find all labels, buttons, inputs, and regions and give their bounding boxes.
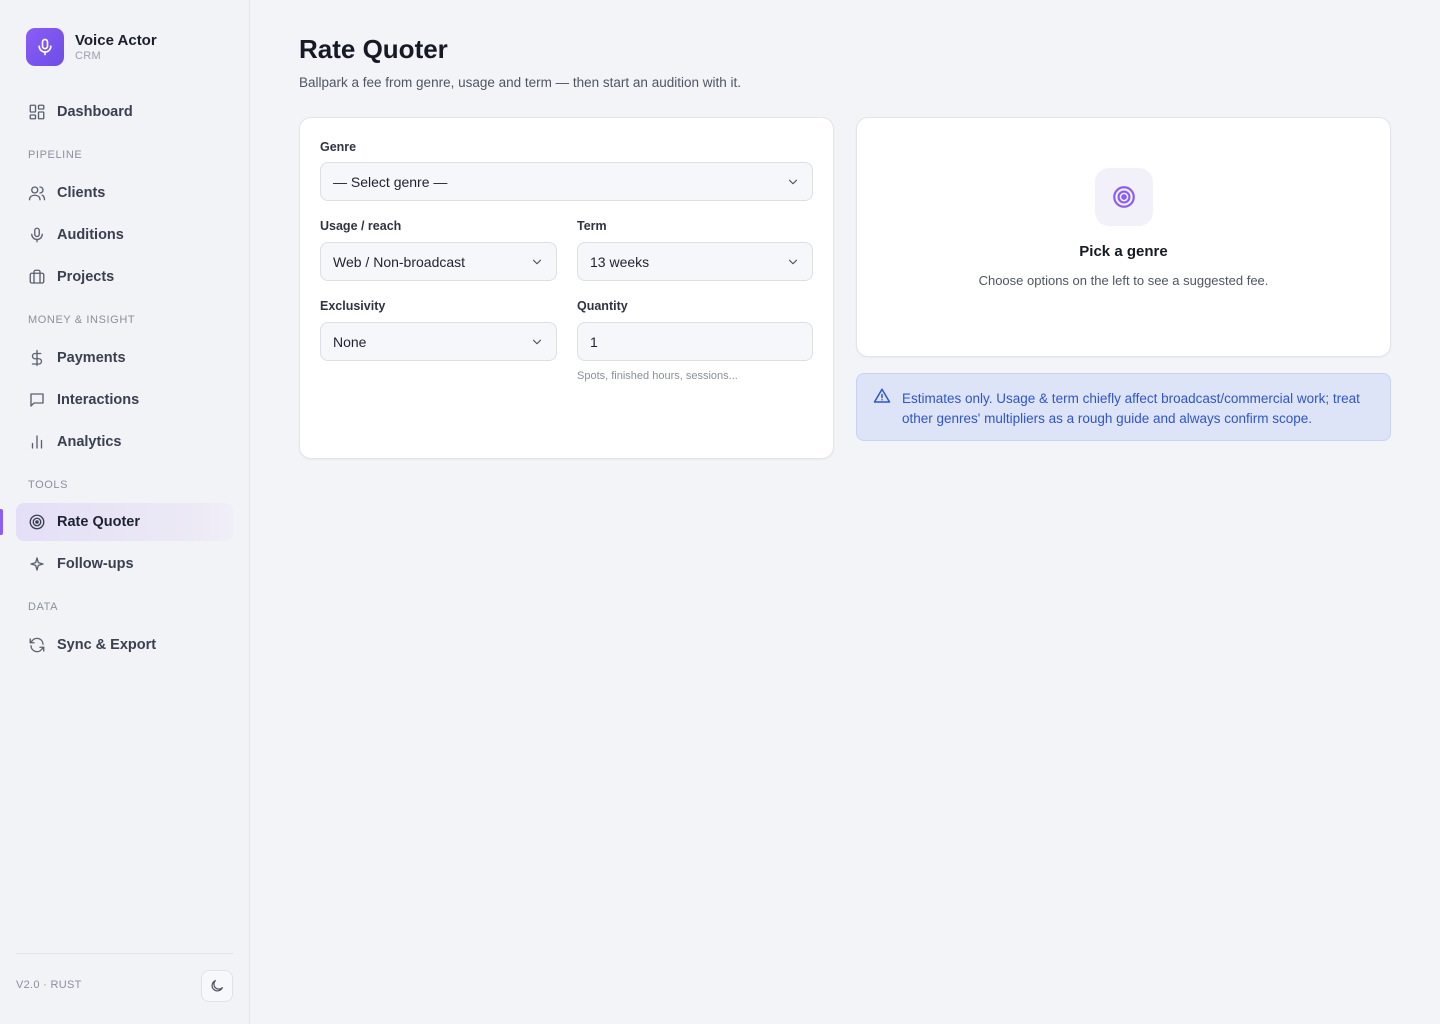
- result-card: Pick a genre Choose options on the left …: [856, 117, 1391, 357]
- exclusivity-select-value: None: [333, 333, 367, 350]
- genre-label: Genre: [320, 140, 357, 154]
- active-indicator: [0, 509, 3, 535]
- sidebar: Voice Actor CRM Dashboard PIPELINE Clien…: [0, 0, 250, 1024]
- sidebar-item-label: Interactions: [57, 392, 140, 408]
- sidebar-item-label: Dashboard: [57, 104, 133, 120]
- quantity-input[interactable]: 1: [577, 322, 813, 361]
- refresh-icon: [27, 635, 47, 655]
- theme-toggle-button[interactable]: [201, 970, 233, 1002]
- usage-select-value: Web / Non-broadcast: [333, 253, 466, 270]
- briefcase-icon: [27, 267, 47, 287]
- chevron-down-icon: [788, 179, 798, 185]
- result-title: Pick a genre: [1079, 243, 1168, 260]
- sidebar-item-label: Clients: [57, 185, 106, 201]
- term-select[interactable]: 13 weeks: [577, 242, 813, 281]
- dollar-icon: [27, 348, 47, 368]
- microphone-icon: [27, 225, 47, 245]
- target-icon: [27, 512, 47, 532]
- brand-subtitle: CRM: [75, 50, 101, 62]
- sidebar-divider: [16, 953, 233, 954]
- section-label-data: DATA: [28, 601, 59, 613]
- genre-select[interactable]: — Select genre —: [320, 162, 813, 201]
- quantity-hint: Spots, finished hours, sessions...: [577, 370, 738, 382]
- genre-select-value: — Select genre —: [333, 173, 448, 190]
- sidebar-item-sync-export[interactable]: Sync & Export: [16, 626, 233, 664]
- section-label-pipeline: PIPELINE: [28, 149, 83, 161]
- sidebar-item-label: Follow-ups: [57, 556, 134, 572]
- dashboard-icon: [27, 102, 47, 122]
- quantity-label: Quantity: [577, 299, 628, 313]
- sidebar-item-projects[interactable]: Projects: [16, 258, 233, 296]
- target-icon: [1095, 168, 1153, 226]
- bar-chart-icon: [27, 432, 47, 452]
- sidebar-item-label: Auditions: [57, 227, 124, 243]
- sidebar-item-label: Payments: [57, 350, 126, 366]
- message-icon: [27, 390, 47, 410]
- section-label-tools: TOOLS: [28, 479, 69, 491]
- section-label-money: MONEY & INSIGHT: [28, 314, 136, 326]
- sidebar-item-label: Projects: [57, 269, 115, 285]
- result-text: Choose options on the left to see a sugg…: [978, 273, 1269, 288]
- moon-icon: [209, 978, 225, 994]
- brand-name: Voice Actor: [75, 32, 157, 49]
- quantity-input-value: 1: [590, 333, 598, 350]
- sidebar-item-label: Sync & Export: [57, 637, 157, 653]
- exclusivity-label: Exclusivity: [320, 299, 386, 313]
- usage-select[interactable]: Web / Non-broadcast: [320, 242, 557, 281]
- sidebar-item-label: Analytics: [57, 434, 122, 450]
- version-label: V2.0 · RUST: [16, 979, 82, 991]
- sidebar-item-auditions[interactable]: Auditions: [16, 216, 233, 254]
- exclusivity-select[interactable]: None: [320, 322, 557, 361]
- sidebar-item-payments[interactable]: Payments: [16, 339, 233, 377]
- sidebar-item-clients[interactable]: Clients: [16, 174, 233, 212]
- users-icon: [27, 183, 47, 203]
- microphone-icon: [26, 28, 64, 66]
- sidebar-item-rate-quoter[interactable]: Rate Quoter: [16, 503, 233, 541]
- brand[interactable]: Voice Actor CRM: [26, 28, 157, 66]
- chevron-down-icon: [532, 259, 542, 265]
- page-title: Rate Quoter: [299, 34, 448, 64]
- sidebar-item-dashboard[interactable]: Dashboard: [16, 93, 233, 131]
- chevron-down-icon: [788, 259, 798, 265]
- sidebar-item-analytics[interactable]: Analytics: [16, 423, 233, 461]
- usage-label: Usage / reach: [320, 219, 402, 233]
- sidebar-item-interactions[interactable]: Interactions: [16, 381, 233, 419]
- notice-text: Estimates only. Usage & term chiefly aff…: [902, 391, 1360, 426]
- chevron-down-icon: [532, 339, 542, 345]
- quote-form-card: Genre — Select genre — Usage / reach Web…: [299, 117, 834, 459]
- sidebar-item-label: Rate Quoter: [57, 514, 140, 530]
- sidebar-item-follow-ups[interactable]: Follow-ups: [16, 545, 233, 583]
- warning-icon: [873, 388, 891, 403]
- term-select-value: 13 weeks: [590, 253, 650, 270]
- page-subtitle: Ballpark a fee from genre, usage and ter…: [299, 75, 741, 90]
- sparkle-icon: [27, 554, 47, 574]
- estimate-notice: Estimates only. Usage & term chiefly aff…: [856, 373, 1391, 441]
- term-label: Term: [577, 219, 607, 233]
